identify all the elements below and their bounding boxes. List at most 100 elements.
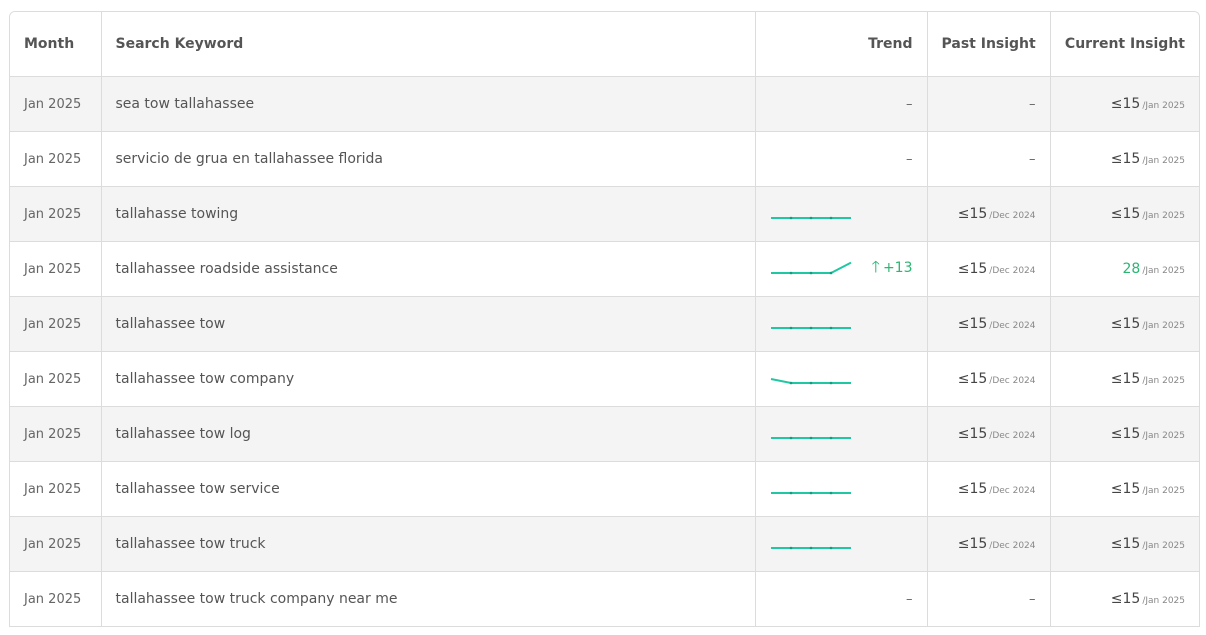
trend-cell	[755, 406, 928, 462]
trend-cell	[755, 516, 928, 572]
past-insight-empty: –	[1029, 592, 1036, 607]
sparkline-point	[829, 271, 832, 275]
table-row[interactable]: Jan 2025 tallahassee tow service ≤15/Dec 2…	[10, 461, 1199, 517]
trend-cell: 🡑 +13	[755, 241, 928, 297]
current-insight-date: /Jan 2025	[1142, 431, 1185, 441]
keyword-cell[interactable]: tallahassee tow log	[101, 406, 756, 462]
table-row[interactable]: Jan 2025 tallahassee tow log ≤15/Dec 2024 ≤…	[10, 406, 1199, 462]
keyword-cell[interactable]: tallahassee tow company	[101, 351, 756, 407]
current-insight-cell: ≤15/Jan 2025	[1050, 516, 1199, 572]
current-insight-value: ≤15	[1110, 206, 1141, 222]
current-insight-value: 28	[1122, 261, 1141, 277]
current-insight-date: /Jan 2025	[1142, 596, 1185, 606]
current-insight-value: ≤15	[1110, 591, 1141, 607]
sparkline-point	[829, 436, 832, 440]
keyword-cell[interactable]: tallahassee tow	[101, 296, 756, 352]
table-row[interactable]: Jan 2025 servicio de grua en tallahassee …	[10, 131, 1199, 187]
keyword-cell[interactable]: servicio de grua en tallahassee florida	[101, 131, 756, 187]
trend-change: 🡑 +13	[871, 256, 913, 276]
past-insight-cell: ≤15/Dec 2024	[927, 516, 1051, 572]
sparkline-point	[829, 546, 832, 550]
past-insight-value: ≤15	[957, 316, 988, 332]
table-row[interactable]: Jan 2025 tallahassee tow ≤15/Dec 2024 ≤15/J…	[10, 296, 1199, 352]
sparkline-point	[789, 491, 792, 495]
column-header-past-insight[interactable]: Past Insight	[927, 12, 1051, 77]
past-insight-cell: ≤15/Dec 2024	[927, 241, 1051, 297]
past-insight-date: /Dec 2024	[989, 376, 1036, 386]
column-header-month[interactable]: Month	[10, 12, 102, 77]
trend-sparkline	[770, 216, 851, 220]
current-insight-date: /Jan 2025	[1142, 376, 1185, 386]
trend-sparkline	[770, 436, 851, 440]
past-insight-cell: ≤15/Dec 2024	[927, 296, 1051, 352]
current-insight-value: ≤15	[1110, 151, 1141, 167]
column-header-keyword[interactable]: Search Keyword	[101, 12, 756, 77]
sparkline-point	[789, 326, 792, 330]
trend-sparkline	[770, 491, 851, 495]
trend-cell	[755, 296, 928, 352]
current-insight-value: ≤15	[1110, 426, 1141, 442]
sparkline-point	[809, 546, 812, 550]
keyword-cell[interactable]: tallahasse towing	[101, 186, 756, 242]
past-insight-cell: –	[927, 76, 1051, 132]
table-row[interactable]: Jan 2025 tallahassee roadside assistance 🡑…	[10, 241, 1199, 297]
current-insight-cell: ≤15/Jan 2025	[1050, 131, 1199, 187]
keyword-cell[interactable]: tallahassee tow service	[101, 461, 756, 517]
keyword-cell[interactable]: sea tow tallahassee	[101, 76, 756, 132]
current-insight-date: /Jan 2025	[1142, 211, 1185, 221]
past-insight-cell: ≤15/Dec 2024	[927, 406, 1051, 462]
past-insight-date: /Dec 2024	[989, 486, 1036, 496]
past-insight-cell: ≤15/Dec 2024	[927, 461, 1051, 517]
trend-empty: –	[906, 592, 913, 607]
past-insight-date: /Dec 2024	[989, 321, 1036, 331]
current-insight-date: /Jan 2025	[1142, 101, 1185, 111]
past-insight-value: ≤15	[957, 206, 988, 222]
sparkline-point	[829, 326, 832, 330]
trend-cell: –	[755, 131, 928, 187]
month-cell: Jan 2025	[10, 461, 102, 517]
trend-cell	[755, 186, 928, 242]
month-cell: Jan 2025	[10, 296, 102, 352]
month-cell: Jan 2025	[10, 241, 102, 297]
past-insight-date: /Dec 2024	[989, 211, 1036, 221]
current-insight-cell: 28/Jan 2025	[1050, 241, 1199, 297]
column-header-trend[interactable]: Trend	[755, 12, 928, 77]
trend-cell: –	[755, 571, 928, 627]
trend-sparkline	[770, 261, 851, 275]
table-row[interactable]: Jan 2025 tallahasse towing ≤15/Dec 2024 ≤15…	[10, 186, 1199, 242]
keyword-cell[interactable]: tallahassee tow truck company near me	[101, 571, 756, 627]
current-insight-date: /Jan 2025	[1142, 486, 1185, 496]
keyword-cell[interactable]: tallahassee roadside assistance	[101, 241, 756, 297]
month-cell: Jan 2025	[10, 186, 102, 242]
past-insight-value: ≤15	[957, 426, 988, 442]
past-insight-empty: –	[1029, 97, 1036, 112]
current-insight-date: /Jan 2025	[1142, 321, 1185, 331]
past-insight-cell: ≤15/Dec 2024	[927, 351, 1051, 407]
keyword-table-container: Month Search Keyword Trend Past Insight …	[9, 11, 1200, 627]
past-insight-cell: –	[927, 131, 1051, 187]
current-insight-value: ≤15	[1110, 536, 1141, 552]
current-insight-cell: ≤15/Jan 2025	[1050, 76, 1199, 132]
sparkline-point	[789, 381, 792, 385]
trend-sparkline	[770, 378, 851, 385]
past-insight-value: ≤15	[957, 371, 988, 387]
trend-cell	[755, 351, 928, 407]
month-cell: Jan 2025	[10, 351, 102, 407]
sparkline-point	[809, 326, 812, 330]
sparkline-point	[809, 271, 812, 275]
table-row[interactable]: Jan 2025 tallahassee tow truck company ne…	[10, 571, 1199, 627]
table-row[interactable]: Jan 2025 tallahassee tow truck ≤15/Dec 202…	[10, 516, 1199, 572]
current-insight-date: /Jan 2025	[1142, 266, 1185, 276]
current-insight-cell: ≤15/Jan 2025	[1050, 351, 1199, 407]
trend-empty: –	[906, 152, 913, 167]
table-row[interactable]: Jan 2025 tallahassee tow company ≤15/Dec 2…	[10, 351, 1199, 407]
current-insight-value: ≤15	[1110, 96, 1141, 112]
past-insight-cell: ≤15/Dec 2024	[927, 186, 1051, 242]
table-row[interactable]: Jan 2025 sea tow tallahassee – – ≤15/Jan 202…	[10, 76, 1199, 132]
keyword-cell[interactable]: tallahassee tow truck	[101, 516, 756, 572]
sparkline-point	[809, 491, 812, 495]
current-insight-cell: ≤15/Jan 2025	[1050, 461, 1199, 517]
column-header-current-insight[interactable]: Current Insight	[1050, 12, 1199, 77]
sparkline-point	[789, 271, 792, 275]
trend-cell	[755, 461, 928, 517]
